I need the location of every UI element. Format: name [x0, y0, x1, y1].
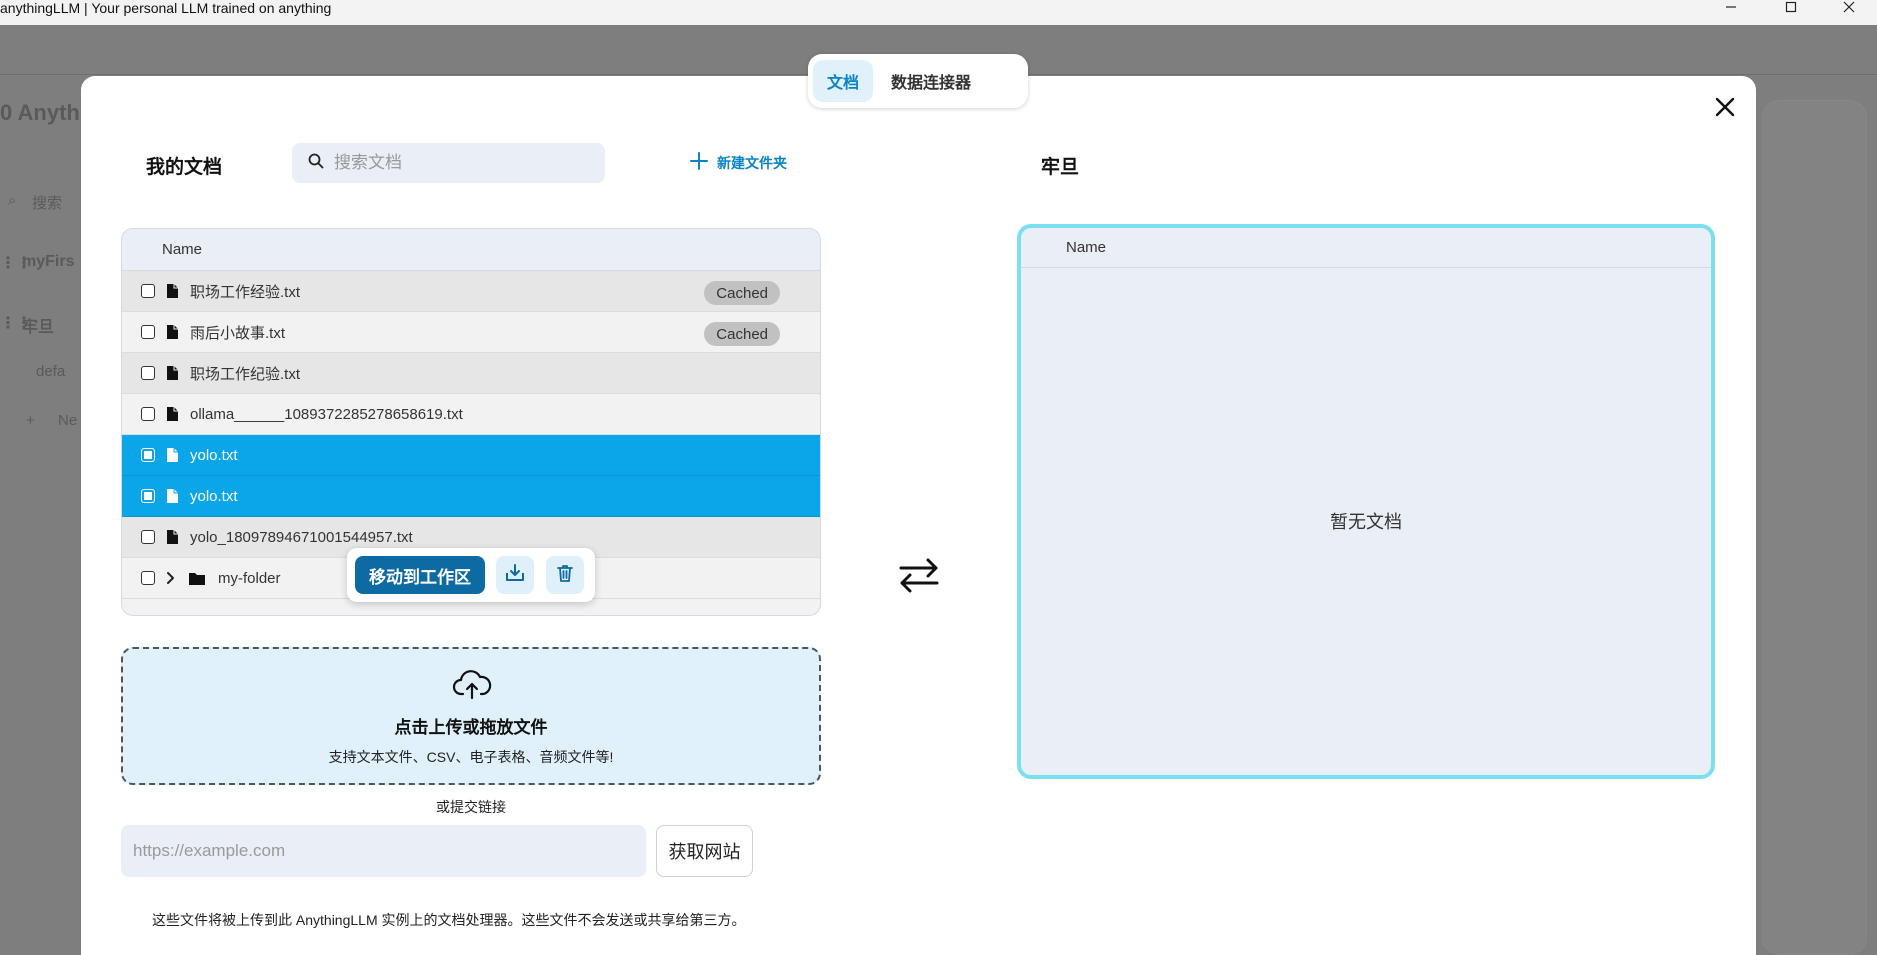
upload-dropzone[interactable]: 点击上传或拖放文件 支持文本文件、CSV、电子表格、音频文件等! [121, 647, 821, 785]
row-checkbox[interactable] [141, 530, 155, 544]
file-icon [166, 447, 179, 463]
upload-title: 点击上传或拖放文件 [394, 718, 548, 737]
window-close-icon[interactable] [1834, 0, 1864, 14]
search-icon [308, 153, 324, 174]
table-row[interactable]: yolo.txt [122, 476, 820, 517]
privacy-disclaimer: 这些文件将被上传到此 AnythingLLM 实例上的文档处理器。这些文件不会发… [152, 912, 746, 928]
plus-icon: + [26, 412, 35, 429]
delete-button[interactable] [546, 556, 584, 594]
window-titlebar: anythingLLM | Your personal LLM trained … [0, 0, 1877, 25]
move-to-folder-button[interactable] [496, 556, 534, 594]
maximize-icon[interactable] [1776, 0, 1806, 14]
close-icon[interactable] [1714, 96, 1736, 118]
window-title: anythingLLM | Your personal LLM trained … [0, 0, 332, 16]
file-icon [166, 324, 179, 340]
column-name-header: Name [162, 241, 203, 258]
url-input[interactable] [121, 825, 646, 877]
new-folder-button[interactable]: 新建文件夹 [690, 152, 787, 173]
selection-action-bar: 移动到工作区 [347, 548, 595, 602]
table-row[interactable]: 雨后小故事.txt Cached [122, 312, 820, 353]
plus-icon [690, 152, 708, 173]
file-icon [166, 365, 179, 381]
file-name: yolo.txt [190, 446, 238, 464]
tab-documents[interactable]: 文档 [813, 60, 874, 102]
app-sidebar: 0 Anyth ⌕ 搜索 ⋮⋮ myFirs ⋮⋮ 牢旦 defa + Ne [0, 75, 80, 955]
tab-data-connectors[interactable]: 数据连接器 [877, 60, 985, 102]
row-checkbox[interactable] [141, 284, 155, 298]
upload-subtitle: 支持文本文件、CSV、电子表格、音频文件等! [328, 749, 614, 765]
cached-badge: Cached [704, 322, 780, 346]
sidebar-new-thread: Ne [58, 412, 78, 429]
row-checkbox[interactable] [141, 448, 155, 462]
file-name: yolo_1809789467100154495​7.txt [190, 528, 413, 546]
file-name: ollama______1089372285278658619.txt [190, 405, 463, 423]
search-input[interactable] [334, 153, 594, 173]
workspace-column-name-header: Name [1066, 239, 1107, 256]
workspace-document-table: Name 暂无文档 [1017, 224, 1715, 779]
file-icon [166, 283, 179, 299]
modal-tabs: 文档 数据连接器 [808, 54, 1028, 108]
table-row[interactable]: ollama______1089372285278658619.txt [122, 394, 820, 435]
row-checkbox[interactable] [141, 325, 155, 339]
row-checkbox[interactable] [141, 407, 155, 421]
sidebar-thread-default: defa [36, 363, 66, 380]
sidebar-search-icon: ⌕ [8, 192, 17, 209]
empty-state-text: 暂无文档 [1330, 512, 1402, 532]
my-documents-title: 我的文档 [146, 157, 223, 178]
app-logo-text: 0 Anyth [0, 100, 80, 125]
document-search [292, 143, 605, 183]
table-row[interactable]: yolo.txt [122, 435, 820, 476]
minimize-icon[interactable] [1716, 0, 1746, 14]
or-submit-link-label: 或提交链接 [436, 799, 506, 815]
file-icon [166, 529, 179, 545]
new-folder-label: 新建文件夹 [717, 154, 787, 171]
folder-icon [188, 571, 206, 586]
row-checkbox[interactable] [141, 489, 155, 503]
sidebar-item-workspace-1: myFirs [22, 253, 75, 270]
file-icon [166, 406, 179, 422]
workspace-table-header: Name [1021, 228, 1711, 268]
file-name: 雨后小故事.txt [190, 324, 286, 342]
file-name: 职场工作纪验.txt [190, 365, 301, 383]
app-right-panel [1762, 100, 1867, 955]
table-row[interactable]: 职场工作纪验.txt [122, 353, 820, 394]
swap-arrows-icon [898, 554, 940, 601]
trash-icon [555, 563, 575, 588]
table-row[interactable]: 职场工作经验.txt Cached [122, 271, 820, 312]
file-name: 职场工作经验.txt [190, 283, 301, 301]
workspace-title: 牢旦 [1041, 157, 1080, 178]
cloud-upload-icon [452, 668, 492, 705]
folder-download-icon [504, 562, 526, 589]
row-checkbox[interactable] [141, 571, 155, 585]
sidebar-item-workspace-2: 牢旦 [22, 319, 55, 336]
sidebar-search-placeholder: 搜索 [32, 195, 63, 212]
table-header: Name [122, 229, 820, 271]
file-name: my-folder [218, 569, 281, 587]
fetch-website-button[interactable]: 获取网站 [656, 825, 753, 877]
move-to-workspace-button[interactable]: 移动到工作区 [355, 556, 485, 594]
file-icon [166, 488, 179, 504]
chevron-right-icon[interactable] [166, 571, 176, 585]
cached-badge: Cached [704, 281, 780, 305]
file-name: yolo.txt [190, 487, 238, 505]
row-checkbox[interactable] [141, 366, 155, 380]
